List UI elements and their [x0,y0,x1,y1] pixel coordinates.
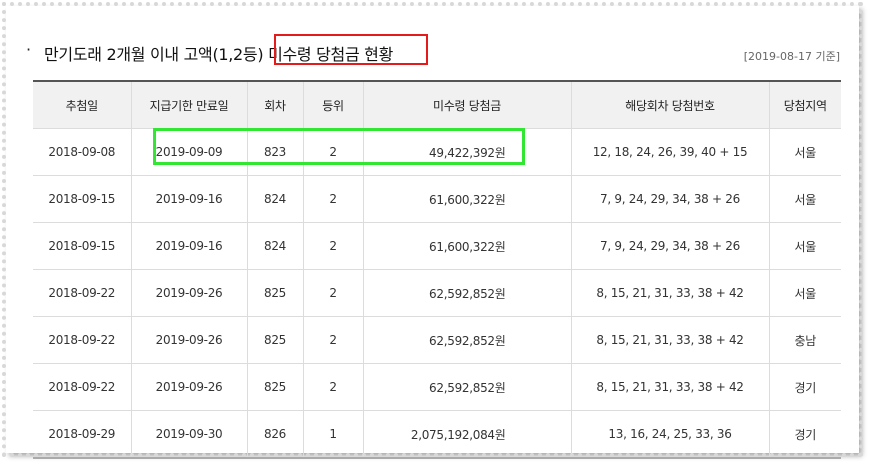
cell-expiry-date: 2019-09-09 [130,128,248,176]
table-row: 2018-09-22 2019-09-26 825 2 62,592,852원 … [33,269,841,317]
cell-numbers: 7, 9, 24, 29, 34, 38 + 26 [570,175,770,223]
cell-amount: 62,592,852원 [362,269,572,317]
cell-rank: 2 [302,269,364,317]
cell-amount: 2,075,192,084원 [362,410,572,459]
col-rank: 등위 [302,80,364,129]
cell-draw-date: 2018-09-22 [33,363,132,411]
cell-rank: 2 [302,222,364,270]
cell-round: 825 [246,363,304,411]
cell-numbers: 13, 16, 24, 25, 33, 36 [570,410,770,459]
cell-draw-date: 2018-09-22 [33,269,132,317]
cell-numbers: 8, 15, 21, 31, 33, 38 + 42 [570,316,770,364]
table-row: 2018-09-22 2019-09-26 825 2 62,592,852원 … [33,363,841,411]
cell-rank: 2 [302,175,364,223]
cell-draw-date: 2018-09-15 [33,175,132,223]
cell-region: 경기 [768,363,841,411]
cell-numbers: 7, 9, 24, 29, 34, 38 + 26 [570,222,770,270]
table-row: 2018-09-08 2019-09-09 823 2 49,422,392원 … [33,128,841,176]
unclaimed-prize-table: 추첨일 지급기한 만료일 회차 등위 미수령 당첨금 해당회차 당첨번호 당첨지… [33,80,841,459]
section-header: · 만기도래 2개월 이내 고액(1,2등) 미수령 당첨금 현황 [26,36,841,66]
cell-expiry-date: 2019-09-30 [130,410,248,459]
cell-draw-date: 2018-09-15 [33,222,132,270]
cell-round: 826 [246,410,304,459]
cell-draw-date: 2018-09-29 [33,410,132,459]
cell-amount: 49,422,392원 [362,128,572,176]
cell-expiry-date: 2019-09-16 [130,175,248,223]
cell-region: 서울 [768,175,841,223]
table-row: 2018-09-15 2019-09-16 824 2 61,600,322원 … [33,222,841,270]
cell-rank: 2 [302,128,364,176]
cell-expiry-date: 2019-09-26 [130,316,248,364]
cell-amount: 62,592,852원 [362,363,572,411]
cell-amount: 62,592,852원 [362,316,572,364]
col-region: 당첨지역 [768,80,841,129]
cell-amount: 61,600,322원 [362,175,572,223]
col-unclaimed-amount: 미수령 당첨금 [362,80,572,129]
cell-expiry-date: 2019-09-26 [130,269,248,317]
table-row: 2018-09-29 2019-09-30 826 1 2,075,192,08… [33,410,841,459]
table-header-row: 추첨일 지급기한 만료일 회차 등위 미수령 당첨금 해당회차 당첨번호 당첨지… [33,80,841,129]
reference-date: [2019-08-17 기준] [743,50,840,63]
cell-draw-date: 2018-09-22 [33,316,132,364]
col-draw-date: 추첨일 [33,80,132,129]
cell-round: 824 [246,175,304,223]
cell-region: 서울 [768,269,841,317]
cell-rank: 2 [302,363,364,411]
cell-region: 경기 [768,410,841,459]
col-winning-numbers: 해당회차 당첨번호 [570,80,770,129]
table-row: 2018-09-15 2019-09-16 824 2 61,600,322원 … [33,175,841,223]
table-row: 2018-09-22 2019-09-26 825 2 62,592,852원 … [33,316,841,364]
cell-region: 서울 [768,128,841,176]
cell-region: 서울 [768,222,841,270]
cell-round: 823 [246,128,304,176]
cell-expiry-date: 2019-09-26 [130,363,248,411]
title-prefix: 만기도래 2개월 이내 고액(1,2등) [44,45,269,64]
cell-draw-date: 2018-09-08 [33,128,132,176]
cell-expiry-date: 2019-09-16 [130,222,248,270]
cell-round: 825 [246,316,304,364]
cell-rank: 2 [302,316,364,364]
cell-round: 825 [246,269,304,317]
bullet-mark: · [26,40,32,59]
cell-numbers: 8, 15, 21, 31, 33, 38 + 42 [570,363,770,411]
cell-numbers: 8, 15, 21, 31, 33, 38 + 42 [570,269,770,317]
col-expiry-date: 지급기한 만료일 [130,80,248,129]
cell-round: 824 [246,222,304,270]
cell-region: 충남 [768,316,841,364]
section-title: 만기도래 2개월 이내 고액(1,2등) 미수령 당첨금 현황 [44,41,393,65]
title-highlight: 미수령 당첨금 현황 [268,45,394,64]
col-round: 회차 [246,80,304,129]
cell-amount: 61,600,322원 [362,222,572,270]
cell-numbers: 12, 18, 24, 26, 39, 40 + 15 [570,128,770,176]
cell-rank: 1 [302,410,364,459]
